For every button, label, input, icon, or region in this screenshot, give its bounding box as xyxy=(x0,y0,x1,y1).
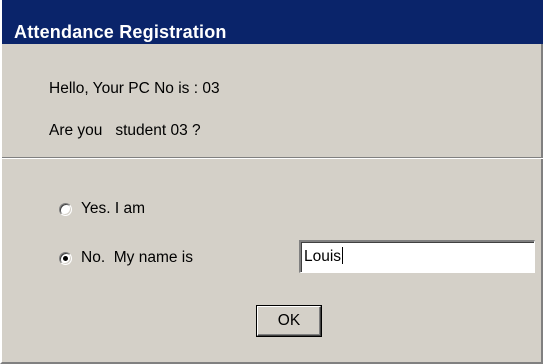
yes-option[interactable]: Yes. I am xyxy=(59,199,145,219)
pc-number-message: Hello, Your PC No is : 03 xyxy=(49,80,220,97)
no-label[interactable]: No. My name is xyxy=(81,249,193,267)
name-input[interactable]: Louis xyxy=(299,240,535,273)
title-bar: Attendance Registration xyxy=(2,0,543,44)
divider xyxy=(2,157,543,159)
ok-button[interactable]: OK xyxy=(257,306,321,336)
window-title: Attendance Registration xyxy=(14,22,227,42)
yes-radio[interactable] xyxy=(59,202,72,216)
name-input-value: Louis xyxy=(304,248,342,265)
no-radio[interactable] xyxy=(59,251,72,265)
yes-label[interactable]: Yes. I am xyxy=(81,200,145,218)
student-question: Are you student 03 ? xyxy=(49,122,201,139)
no-option[interactable]: No. My name is xyxy=(59,248,193,268)
attendance-dialog: Attendance Registration Hello, Your PC N… xyxy=(0,0,543,364)
radio-selected-dot xyxy=(63,255,68,261)
text-caret xyxy=(342,247,344,264)
